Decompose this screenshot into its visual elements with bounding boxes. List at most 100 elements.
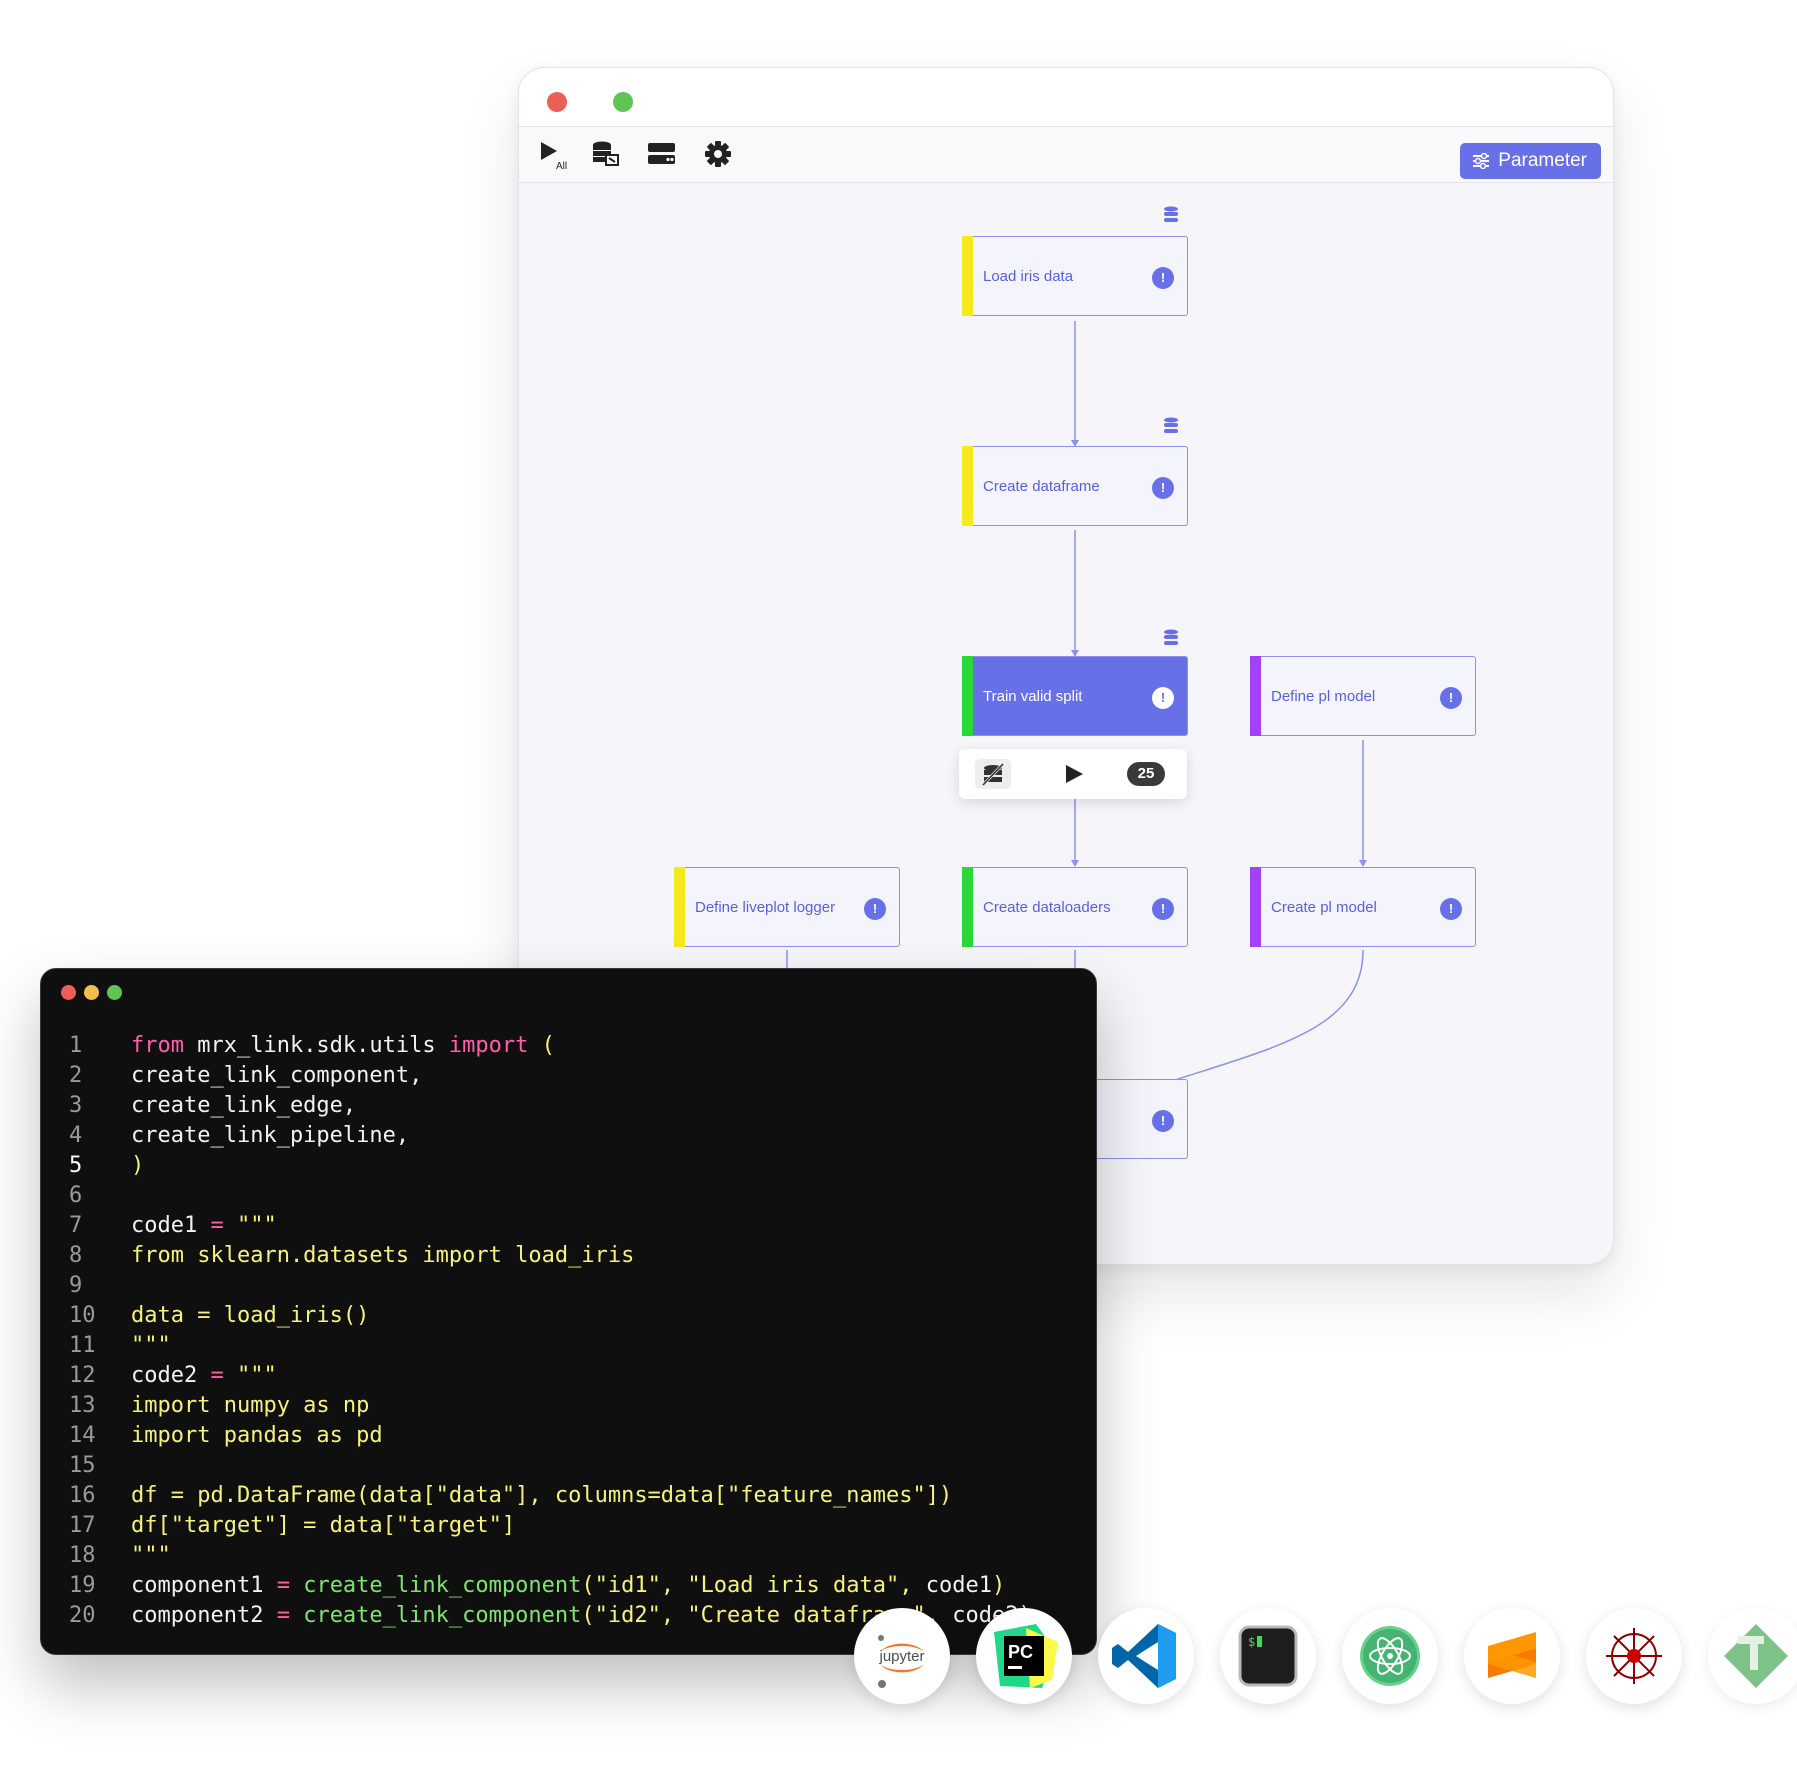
code-token: from sklearn.datasets import load_iris xyxy=(131,1243,635,1268)
line-number: 1 xyxy=(69,1033,83,1058)
code-token: create_link_edge, xyxy=(131,1093,357,1118)
code-token: import numpy as np xyxy=(131,1393,370,1418)
info-icon[interactable]: ! xyxy=(1440,898,1462,920)
line-number: 20 xyxy=(69,1603,96,1628)
code-token: code1 xyxy=(131,1213,211,1238)
vscode-icon xyxy=(1112,1624,1176,1688)
node-status-bar xyxy=(962,867,973,947)
dock-app-vim[interactable] xyxy=(1708,1608,1797,1704)
code-token: create_link_component xyxy=(289,1573,582,1598)
node-run-bar: 25 xyxy=(959,749,1187,799)
line-number: 12 xyxy=(69,1363,96,1388)
info-icon[interactable]: ! xyxy=(1440,687,1462,709)
dock-app-pycharm[interactable]: PC xyxy=(976,1608,1072,1704)
pipeline-node-train-valid-split[interactable]: Train valid split ! xyxy=(962,656,1188,736)
info-icon[interactable]: ! xyxy=(1152,477,1174,499)
pipeline-node-create-dataframe[interactable]: Create dataframe ! xyxy=(962,446,1188,526)
code-token: = xyxy=(276,1603,290,1628)
line-number: 4 xyxy=(69,1123,83,1148)
close-window-button[interactable] xyxy=(547,92,567,112)
line-number: 5 xyxy=(69,1153,83,1178)
maximize-window-button[interactable] xyxy=(613,92,633,112)
code-token: """ xyxy=(131,1543,171,1568)
skip-cache-button[interactable] xyxy=(975,759,1011,789)
server-button[interactable] xyxy=(647,139,677,169)
parameter-button[interactable]: Parameter xyxy=(1460,143,1601,179)
code-text: create_link_pipeline, xyxy=(131,1123,409,1148)
dock-app-sublime[interactable] xyxy=(1464,1608,1560,1704)
run-count-badge: 25 xyxy=(1127,762,1165,786)
pipeline-node-define-pl-model[interactable]: Define pl model ! xyxy=(1250,656,1476,736)
line-number: 16 xyxy=(69,1483,96,1508)
pipeline-node-create-dataloaders[interactable]: Create dataloaders ! xyxy=(962,867,1188,947)
database-icon xyxy=(1164,206,1178,222)
code-token: ( xyxy=(528,1033,555,1058)
node-status-bar xyxy=(674,867,685,947)
code-token: """ xyxy=(223,1363,277,1388)
parameter-button-label: Parameter xyxy=(1498,150,1587,171)
clear-cache-button[interactable] xyxy=(591,139,621,169)
code-token: component1 xyxy=(131,1573,277,1598)
database-icon xyxy=(1164,629,1178,645)
node-label: Define liveplot logger xyxy=(695,898,836,916)
info-icon[interactable]: ! xyxy=(1152,687,1174,709)
cache-off-icon xyxy=(981,762,1005,787)
node-label: Create pl model xyxy=(1271,898,1377,916)
code-token: ) xyxy=(131,1153,145,1178)
node-status-bar xyxy=(962,236,973,316)
code-text: code2 = """ xyxy=(131,1363,277,1388)
dock-app-terminal[interactable]: $ xyxy=(1220,1608,1316,1704)
dock-app-vscode[interactable] xyxy=(1098,1608,1194,1704)
database-clear-icon xyxy=(593,141,619,166)
code-token: = xyxy=(210,1363,224,1388)
code-token: df = pd.DataFrame(data["data"], columns=… xyxy=(131,1483,953,1508)
code-token: component2 xyxy=(131,1603,277,1628)
code-token: ) xyxy=(991,1573,1006,1598)
pipeline-node-define-liveplot-logger[interactable]: Define liveplot logger ! xyxy=(674,867,900,947)
node-status-bar xyxy=(1250,867,1261,947)
jupyter-icon: jupyter xyxy=(878,1635,925,1688)
jupyter-logo-text: jupyter xyxy=(878,1648,924,1665)
line-number: 17 xyxy=(69,1513,96,1538)
code-text: ) xyxy=(131,1153,144,1178)
pipeline-node-create-pl-model[interactable]: Create pl model ! xyxy=(1250,867,1476,947)
code-text: df["target"] = data["target"] xyxy=(131,1513,515,1538)
run-all-button[interactable]: All xyxy=(539,139,569,172)
code-token: """ xyxy=(131,1333,171,1358)
line-number: 18 xyxy=(69,1543,96,1568)
run-node-button[interactable] xyxy=(1055,759,1091,789)
pipeline-node-load-iris-data[interactable]: Load iris data ! xyxy=(962,236,1188,316)
node-status-bar xyxy=(1250,656,1261,736)
atom-icon xyxy=(1360,1626,1420,1686)
line-number: 10 xyxy=(69,1303,96,1328)
minimize-editor-button[interactable] xyxy=(84,985,99,1000)
maximize-editor-button[interactable] xyxy=(107,985,122,1000)
code-text: data = load_iris() xyxy=(131,1303,369,1328)
close-editor-button[interactable] xyxy=(61,985,76,1000)
window-titlebar xyxy=(519,68,1613,127)
code-token: code2 xyxy=(131,1363,211,1388)
dock-app-atom[interactable] xyxy=(1342,1608,1438,1704)
info-icon[interactable]: ! xyxy=(1152,898,1174,920)
info-icon[interactable]: ! xyxy=(864,898,886,920)
line-number: 7 xyxy=(69,1213,83,1238)
pycharm-icon: PC xyxy=(994,1624,1058,1688)
code-text: df = pd.DataFrame(data["data"], columns=… xyxy=(131,1483,952,1508)
vim-icon xyxy=(1724,1624,1788,1688)
spyder-icon xyxy=(1606,1628,1662,1684)
info-icon[interactable]: ! xyxy=(1152,267,1174,289)
code-token: ("id1", "Load iris data", xyxy=(581,1573,926,1598)
node-status-bar xyxy=(962,446,973,526)
dock-app-jupyter[interactable]: jupyter xyxy=(854,1608,950,1704)
info-icon[interactable]: ! xyxy=(1152,1110,1174,1132)
code-token: create_link_component, xyxy=(131,1063,423,1088)
node-label: Train valid split xyxy=(983,687,1083,705)
line-number: 14 xyxy=(69,1423,96,1448)
node-label: Create dataframe xyxy=(983,477,1100,495)
settings-button[interactable] xyxy=(703,139,733,169)
pycharm-logo-text: PC xyxy=(1008,1642,1033,1662)
code-token: from xyxy=(131,1033,184,1058)
dock-app-spyder[interactable] xyxy=(1586,1608,1682,1704)
node-label: Define pl model xyxy=(1271,687,1376,705)
code-token: code1 xyxy=(925,1573,992,1598)
